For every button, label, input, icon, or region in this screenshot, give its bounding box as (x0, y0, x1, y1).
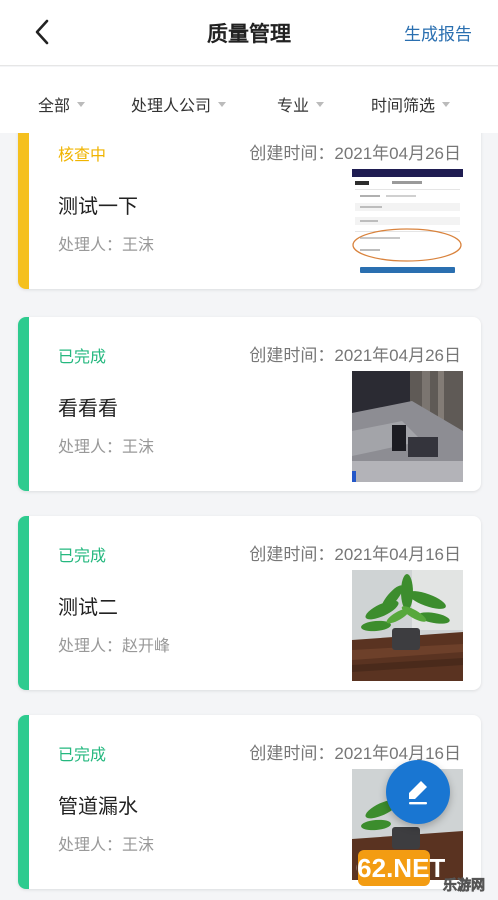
record-title: 看看看 (58, 398, 118, 420)
status-badge: 已完成 (58, 349, 107, 366)
status-badge: 已完成 (58, 548, 107, 565)
filter-bar: 全部 处理人公司 专业 时间筛选 (0, 67, 498, 133)
filter-label: 时间筛选 (371, 98, 436, 115)
create-record-button[interactable] (386, 760, 450, 824)
status-bar (18, 715, 29, 889)
record-thumbnail[interactable] (352, 371, 463, 482)
handler-name: 处理人：王沫 (58, 237, 155, 254)
status-badge: 核查中 (58, 147, 107, 164)
record-thumbnail[interactable] (352, 169, 463, 280)
record-title: 测试二 (58, 597, 118, 619)
record-title: 管道漏水 (58, 796, 138, 818)
filter-all[interactable]: 全部 (38, 92, 86, 116)
created-time: 创建时间：2021年04月16日 (249, 744, 461, 763)
caret-down-icon (218, 101, 227, 107)
record-title: 测试一下 (58, 196, 138, 218)
filter-label: 专业 (277, 98, 310, 115)
edit-pen-icon (409, 781, 427, 805)
filter-specialty[interactable]: 专业 (277, 92, 325, 116)
record-card[interactable]: 核查中 创建时间：2021年04月26日 测试一下 处理人：王沫 (18, 133, 481, 289)
filter-label: 全部 (38, 98, 71, 115)
generate-report-button[interactable]: 生成报告 (404, 20, 472, 45)
caret-down-icon (316, 101, 325, 107)
form-screenshot-image (352, 169, 463, 273)
status-bar (18, 133, 29, 289)
created-time: 创建时间：2021年04月26日 (249, 144, 461, 163)
record-card[interactable]: 已完成 创建时间：2021年04月16日 测试二 处理人：赵开峰 (18, 516, 481, 690)
filter-label: 处理人公司 (131, 98, 212, 115)
created-time: 创建时间：2021年04月16日 (249, 545, 461, 564)
handler-name: 处理人：赵开峰 (58, 638, 171, 655)
app-header: 质量管理 生成报告 (0, 0, 498, 66)
filter-time[interactable]: 时间筛选 (371, 92, 451, 116)
record-thumbnail[interactable] (352, 570, 463, 681)
status-bar (18, 317, 29, 491)
created-time: 创建时间：2021年04月26日 (249, 346, 461, 365)
plant-photo-image (352, 570, 463, 681)
handler-name: 处理人：王沫 (58, 837, 155, 854)
filter-handler-company[interactable]: 处理人公司 (131, 92, 227, 116)
room-photo-image (352, 371, 463, 482)
status-badge: 已完成 (58, 747, 107, 764)
caret-down-icon (442, 101, 451, 107)
caret-down-icon (77, 101, 86, 107)
record-card[interactable]: 已完成 创建时间：2021年04月26日 看看看 处理人：王沫 (18, 317, 481, 491)
handler-name: 处理人：王沫 (58, 439, 155, 456)
status-bar (18, 516, 29, 690)
